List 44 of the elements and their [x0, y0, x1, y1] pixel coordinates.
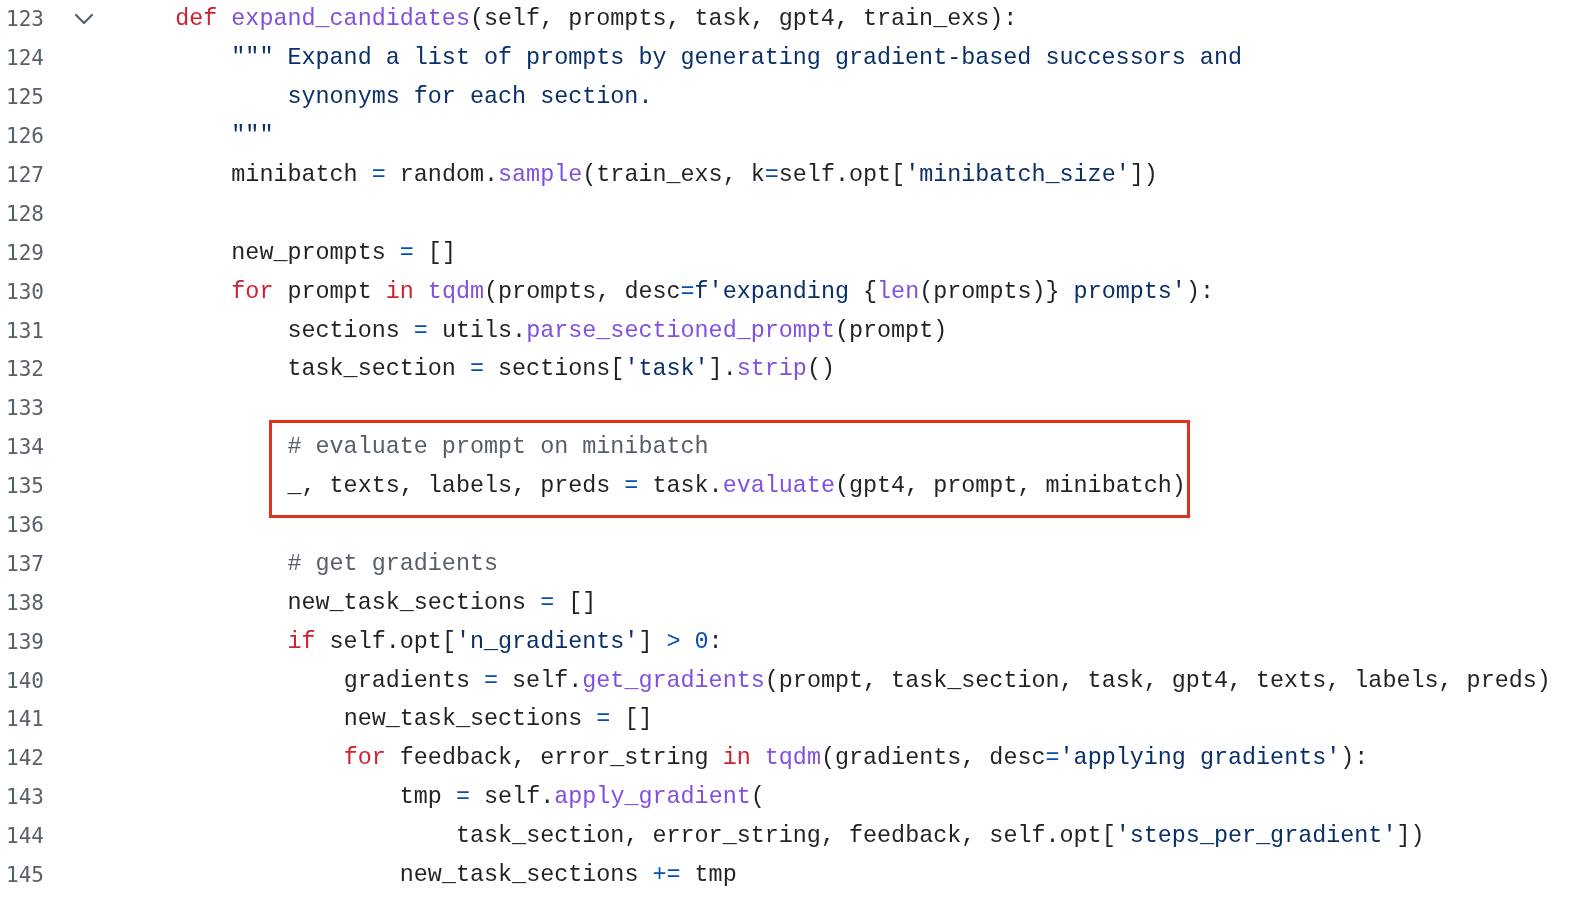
- line-number: 144: [6, 824, 45, 849]
- line-number: 139: [6, 629, 45, 654]
- line-number: 125: [6, 85, 45, 110]
- line-number: 138: [6, 590, 45, 615]
- code-line: new_task_sections += tmp: [399, 862, 737, 889]
- code-line: synonyms for each section.: [287, 84, 653, 111]
- line-number: 128: [6, 201, 45, 226]
- line-number: 127: [6, 163, 45, 187]
- code-line: new_task_sections = []: [287, 589, 597, 616]
- code-line: gradients = self.get_gradients(prompt, task_section, task, gpt4, texts, labels, preds): [343, 667, 1551, 694]
- line-number: 136: [6, 513, 45, 537]
- line-number: 140: [6, 668, 45, 693]
- code-line: for prompt in tqdm(prompts, desc=f'expanding {len(prompts)} prompts'):: [231, 278, 1214, 305]
- line-number: 131: [6, 318, 45, 343]
- line-number: 145: [6, 863, 45, 888]
- code-line: # evaluate prompt on minibatch: [287, 434, 709, 461]
- code-line: _, texts, labels, preds = task.evaluate(gpt4, prompt, minibatch): [287, 473, 1186, 500]
- line-number: 132: [6, 357, 45, 382]
- code-line: new_prompts = []: [231, 239, 456, 266]
- code-line: new_task_sections = []: [343, 706, 653, 733]
- code-line: """ Expand a list of prompts by generating gradient-based successors and: [231, 45, 1242, 72]
- line-number: 133: [6, 396, 45, 421]
- line-number: 143: [6, 785, 45, 810]
- line-number: 130: [6, 279, 45, 304]
- chevron-down-icon[interactable]: [74, 13, 94, 26]
- code-line: sections = utils.parse_sectioned_prompt(prompt): [287, 317, 948, 344]
- line-number: 126: [6, 124, 45, 149]
- code-line: # get gradients: [287, 550, 499, 577]
- code-line: for feedback, error_string in tqdm(gradients, desc='applying gradients'):: [343, 745, 1369, 772]
- code-line: """: [231, 123, 274, 150]
- line-number: 123: [6, 7, 45, 32]
- code-line: tmp = self.apply_gradient(: [399, 784, 765, 811]
- code-line: task_section = sections['task'].strip(): [287, 356, 835, 383]
- code-line: minibatch = random.sample(train_exs, k=self.opt['minibatch_size']): [231, 162, 1158, 188]
- line-number: 142: [6, 746, 45, 771]
- code-line: if self.opt['n_gradients'] > 0:: [287, 628, 723, 655]
- line-number: 124: [6, 46, 45, 71]
- code-line: task_section, error_string, feedback, self.opt['steps_per_gradient']): [455, 823, 1425, 850]
- line-number: 141: [6, 707, 45, 732]
- line-number: 129: [6, 240, 45, 265]
- line-number: 134: [6, 435, 45, 460]
- line-number: 137: [6, 551, 45, 576]
- line-number: 135: [6, 474, 45, 499]
- code-line: def expand_candidates(self, prompts, task, gpt4, train_exs):: [175, 6, 1018, 33]
